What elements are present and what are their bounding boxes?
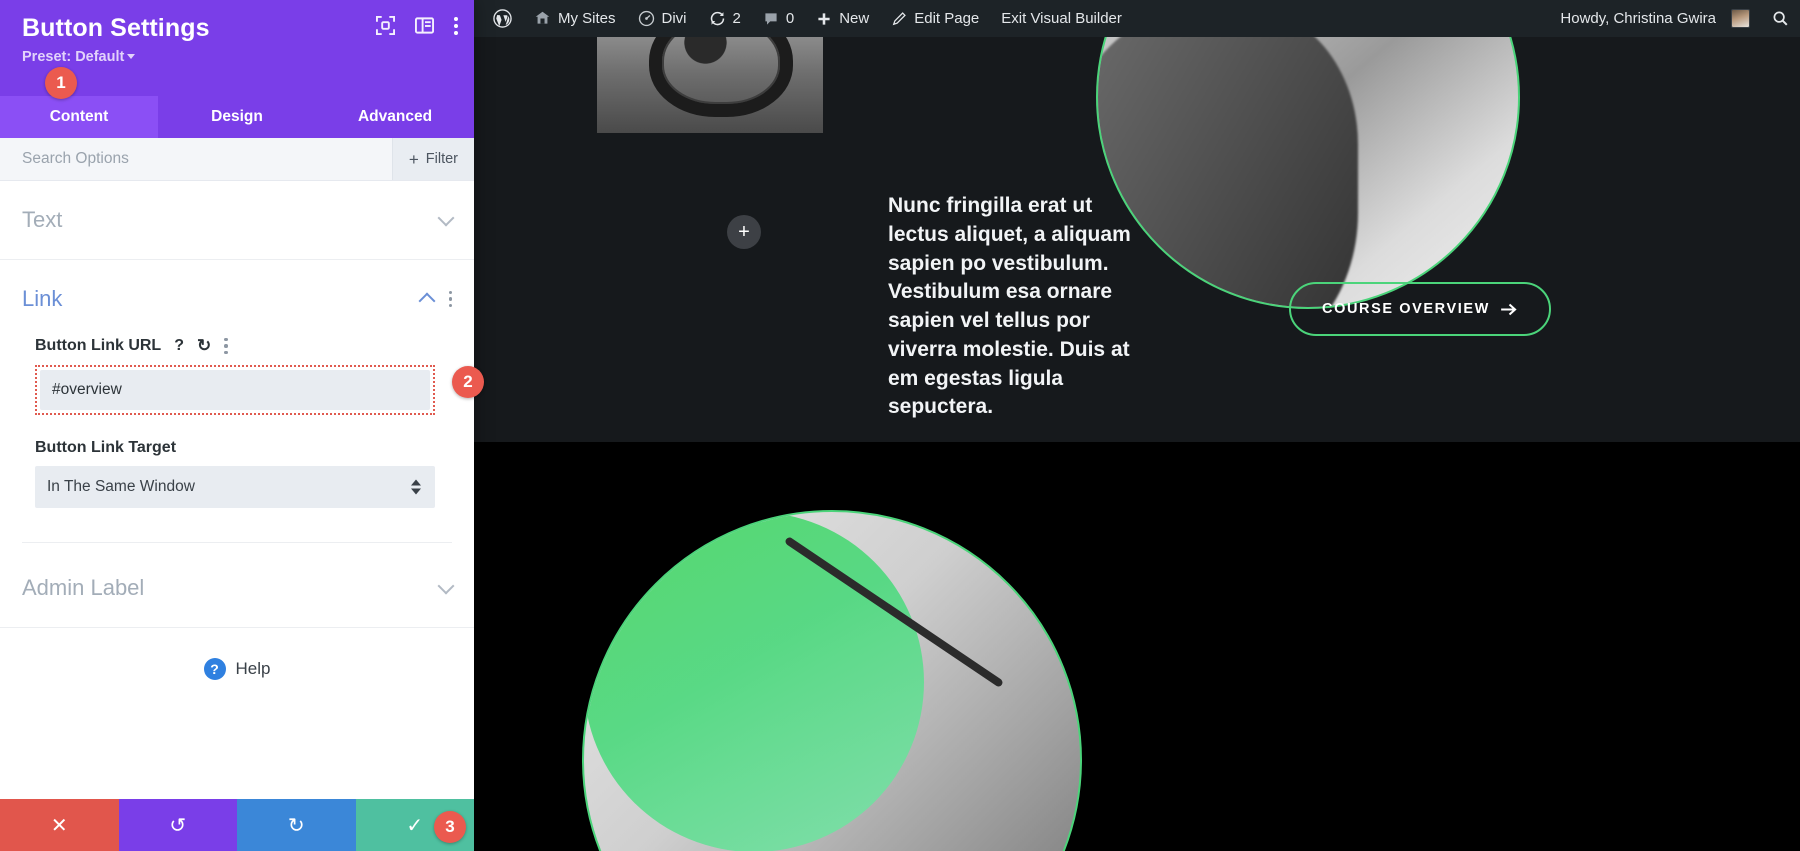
filter-button[interactable]: + Filter xyxy=(391,138,474,180)
about-section: ⋯ ABOUT Welcome To xyxy=(474,442,1800,851)
course-overview-label: COURSE OVERVIEW xyxy=(1322,301,1490,317)
help-label: Help xyxy=(235,659,271,678)
question-mark-icon[interactable]: ? xyxy=(174,337,184,355)
button-link-url-input[interactable] xyxy=(40,370,430,410)
step-badge-2: 2 xyxy=(452,366,484,398)
section-title-text: Text xyxy=(22,207,63,232)
undo-arrow-icon: ↺ xyxy=(169,814,187,837)
question-circle-icon: ? xyxy=(203,658,226,680)
section-link-controls xyxy=(418,290,452,310)
section-title-link: Link xyxy=(22,286,63,311)
settings-tabs: Content Design Advanced xyxy=(0,96,474,138)
account-menu[interactable]: Howdy, Christina Gwira xyxy=(1549,0,1761,37)
admin-bar-label-divi: Divi xyxy=(661,10,687,27)
checkmark-icon: ✓ xyxy=(406,814,424,837)
admin-bar-item-comments[interactable]: 0 xyxy=(752,0,805,37)
chevron-down-icon[interactable] xyxy=(437,577,455,594)
chevron-down-icon[interactable] xyxy=(437,209,455,226)
select-updown-icon xyxy=(411,479,421,495)
hero-circle-photo xyxy=(1096,0,1520,309)
section-toggle-text[interactable]: Text xyxy=(0,181,474,260)
wp-logo-button[interactable] xyxy=(482,0,523,37)
search-icon xyxy=(1773,11,1788,26)
panel-action-bar: ✕ ↺ ↻ ✓ xyxy=(0,799,474,851)
add-module-button[interactable]: + xyxy=(727,215,761,249)
admin-bar-right: Howdy, Christina Gwira xyxy=(1549,0,1800,37)
search-row: + Filter xyxy=(0,138,474,181)
sites-house-icon xyxy=(535,11,550,24)
admin-bar-label-my-sites: My Sites xyxy=(558,10,616,27)
search-input[interactable] xyxy=(0,138,392,180)
comment-bubble-icon xyxy=(765,12,777,25)
arrow-right-icon xyxy=(1501,303,1517,315)
tab-advanced[interactable]: Advanced xyxy=(316,96,474,138)
button-settings-panel: Button Settings Preset: Default Content … xyxy=(0,0,474,851)
filter-label: Filter xyxy=(425,151,458,167)
tab-content[interactable]: Content xyxy=(0,96,158,138)
undo-arrow-icon[interactable]: ↻ xyxy=(197,336,211,356)
more-options-icon[interactable] xyxy=(224,337,228,355)
admin-bar-comments-count: 0 xyxy=(785,10,795,27)
plus-icon: + xyxy=(738,220,750,243)
wp-admin-bar: My Sites Divi 2 0 New Edit Page Exit Vis… xyxy=(474,0,1800,37)
updates-refresh-icon xyxy=(710,11,724,26)
redo-button[interactable]: ↻ xyxy=(237,799,356,851)
layout-columns-icon[interactable] xyxy=(415,16,434,35)
green-gradient-blob xyxy=(584,512,924,851)
preset-selector[interactable]: Preset: Default xyxy=(22,49,452,65)
admin-bar-label-exit-vb: Exit Visual Builder xyxy=(1001,10,1122,27)
preset-label: Preset: Default xyxy=(22,48,125,65)
section-admin-controls xyxy=(437,577,455,594)
search-button[interactable] xyxy=(1761,0,1800,37)
tab-design[interactable]: Design xyxy=(158,96,316,138)
pencil-icon xyxy=(892,11,907,25)
plus-icon xyxy=(818,12,830,25)
button-link-target-value: In The Same Window xyxy=(35,466,435,508)
admin-bar-label-edit-page: Edit Page xyxy=(914,10,980,27)
button-link-target-label: Button Link Target xyxy=(35,439,177,456)
admin-bar-updates-count: 2 xyxy=(732,10,741,27)
section-title-admin-label: Admin Label xyxy=(22,575,145,600)
admin-bar-item-edit-page[interactable]: Edit Page xyxy=(880,0,990,37)
close-x-icon: ✕ xyxy=(50,814,68,837)
button-link-target-label-row: Button Link Target xyxy=(35,439,452,457)
section-toggle-admin-label[interactable]: Admin Label xyxy=(0,549,474,628)
button-link-url-highlight xyxy=(35,365,435,415)
more-options-icon[interactable] xyxy=(454,16,458,35)
section-text-controls xyxy=(437,209,455,226)
step-badge-3: 3 xyxy=(434,811,466,843)
about-circle-photo xyxy=(582,510,1082,851)
button-link-url-label: Button Link URL xyxy=(35,337,162,354)
focus-target-icon[interactable] xyxy=(376,16,395,35)
avatar xyxy=(1731,9,1750,28)
divider xyxy=(22,542,452,543)
button-link-target-select[interactable]: In The Same Window xyxy=(35,466,435,508)
panel-body: Text Link Button Link URL ? ↻ #overview … xyxy=(0,181,474,799)
admin-bar-item-new[interactable]: New xyxy=(805,0,880,37)
step-badge-1: 1 xyxy=(45,67,77,99)
chevron-up-icon[interactable] xyxy=(418,292,435,310)
button-link-url-label-row: Button Link URL ? ↻ xyxy=(35,336,452,356)
admin-bar-item-exit-visual-builder[interactable]: Exit Visual Builder xyxy=(990,0,1133,37)
chevron-down-icon xyxy=(127,53,136,59)
divi-speedometer-icon xyxy=(638,10,654,27)
link-fields: Button Link URL ? ↻ Button Link Target I… xyxy=(0,336,474,549)
course-overview-button[interactable]: COURSE OVERVIEW xyxy=(1289,282,1551,336)
help-button[interactable]: ? Help xyxy=(0,628,474,710)
more-options-icon[interactable] xyxy=(448,290,452,308)
panel-header-icons xyxy=(376,16,458,35)
admin-bar-label-new: New xyxy=(839,10,870,27)
admin-bar-item-updates[interactable]: 2 xyxy=(698,0,752,37)
undo-button[interactable]: ↺ xyxy=(118,799,237,851)
plus-icon: + xyxy=(408,149,419,169)
section-toggle-link[interactable]: Link xyxy=(0,260,474,326)
hero-section: + Nunc fringilla erat ut lectus aliquet,… xyxy=(474,0,1800,442)
cancel-button[interactable]: ✕ xyxy=(0,799,119,851)
admin-bar-item-divi[interactable]: Divi xyxy=(627,0,698,37)
redo-arrow-icon: ↻ xyxy=(287,814,305,837)
howdy-label: Howdy, Christina Gwira xyxy=(1560,10,1716,27)
admin-bar-item-my-sites[interactable]: My Sites xyxy=(523,0,627,37)
wordpress-logo-icon xyxy=(493,9,512,28)
visual-builder-preview: My Sites Divi 2 0 New Edit Page Exit Vis… xyxy=(474,0,1800,851)
